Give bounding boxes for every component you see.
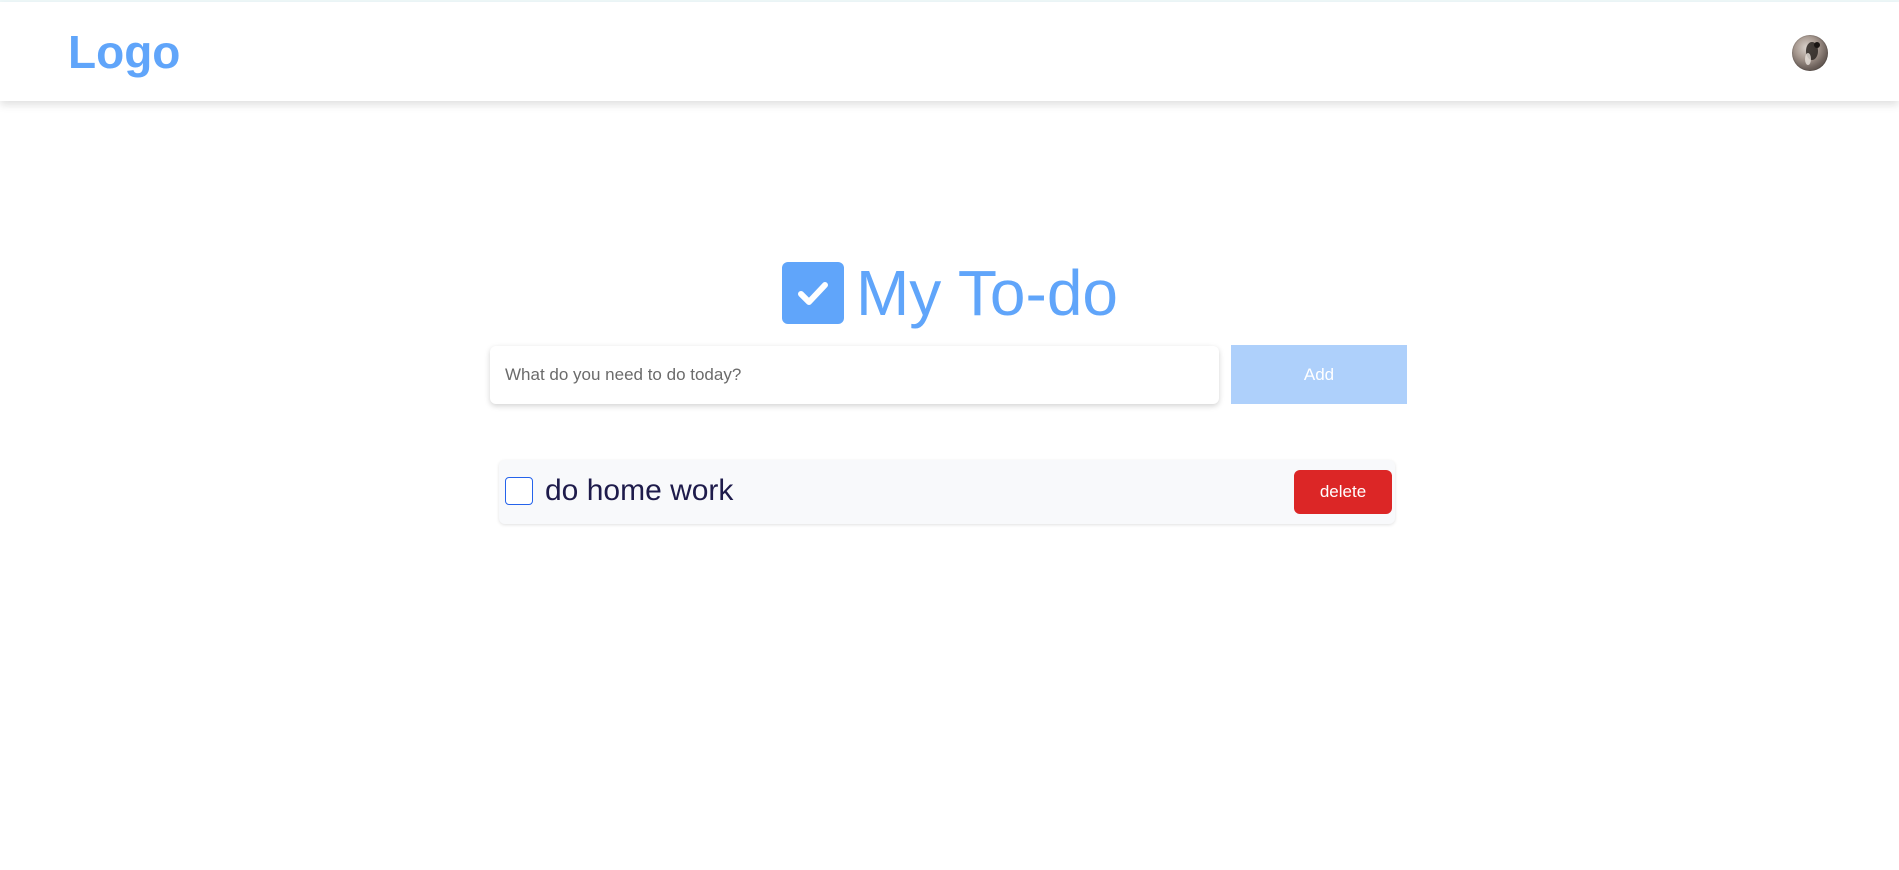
todo-text: do home work [545,474,734,507]
logo[interactable]: Logo [68,26,180,78]
navbar: Logo [0,2,1899,101]
task-input-container [490,346,1219,404]
task-input[interactable] [490,346,1219,404]
avatar-photo-icon [1805,42,1820,65]
page-title: My To-do [855,257,1119,329]
title-row: My To-do [0,258,1899,328]
delete-button[interactable]: delete [1294,470,1392,514]
add-button[interactable]: Add [1231,345,1407,404]
todo-item: do home work delete [499,460,1395,524]
todo-checkbox[interactable] [505,477,533,505]
checkbox-checked-icon [781,262,844,324]
user-avatar[interactable] [1792,35,1828,71]
